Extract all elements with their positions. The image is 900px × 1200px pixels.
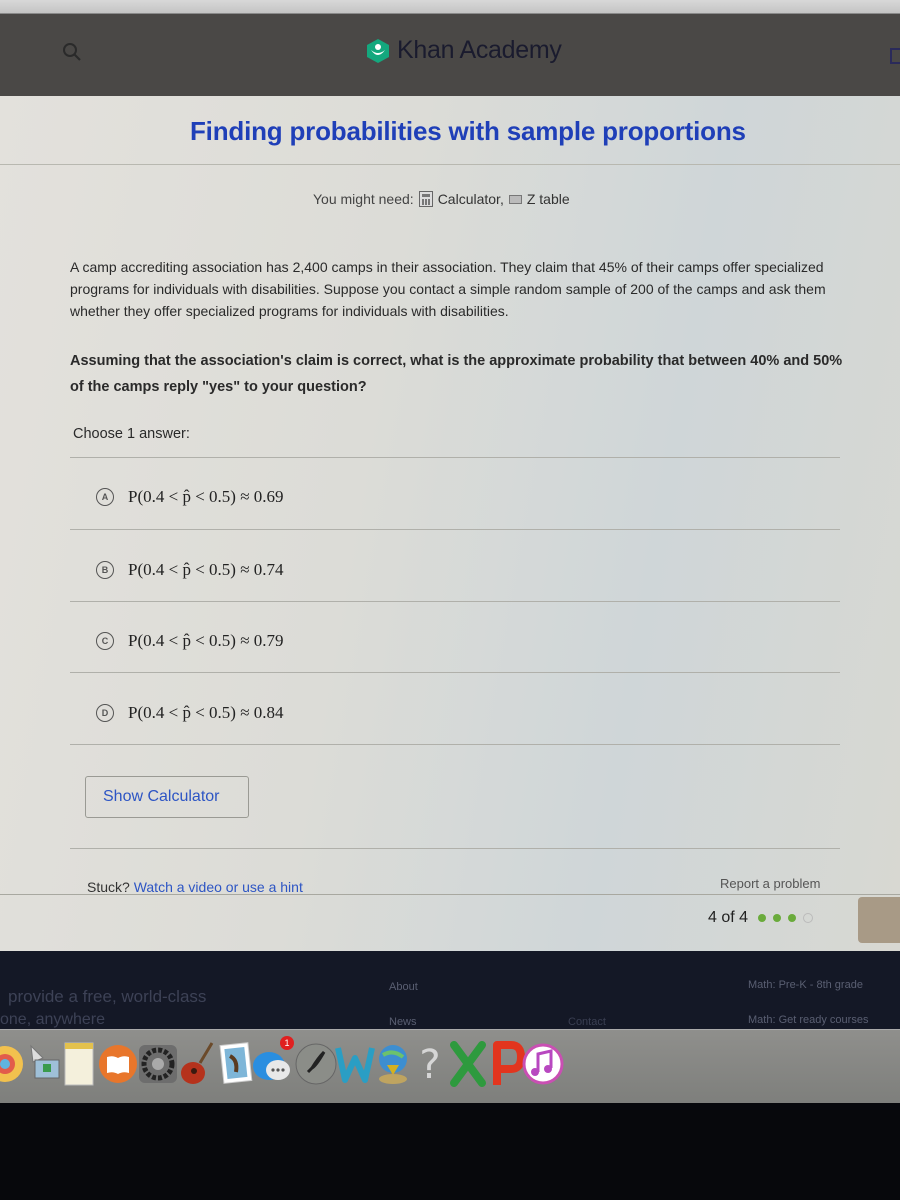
dock-itunes[interactable] [520, 1038, 566, 1090]
show-calculator-button[interactable]: Show Calculator [85, 776, 249, 818]
khan-academy-logo[interactable]: Khan Academy [365, 36, 562, 65]
choice-radio-c[interactable]: C [96, 632, 114, 650]
choose-label: Choose 1 answer: [73, 426, 190, 442]
divider [0, 164, 900, 165]
books-icon [99, 1045, 137, 1083]
notes-icon [64, 1042, 94, 1086]
choice-divider [70, 601, 840, 602]
might-need-label: You might need: [313, 191, 414, 207]
answer-choice-a[interactable]: A P(0.4 < p̂ < 0.5) ≈ 0.69 [96, 487, 284, 507]
browser-tab-strip [0, 0, 900, 14]
guitar-icon [181, 1042, 214, 1084]
dock-messages[interactable]: 1 [250, 1036, 296, 1090]
choice-text: P(0.4 < p̂ < 0.5) ≈ 0.84 [128, 703, 284, 722]
footer-link-contact[interactable]: Contact [568, 1016, 606, 1028]
answer-choice-b[interactable]: B P(0.4 < p̂ < 0.5) ≈ 0.74 [96, 560, 284, 580]
exercise-title: Finding probabilities with sample propor… [190, 116, 746, 146]
header-menu-edge[interactable] [890, 48, 900, 64]
site-footer: provide a free, world-class one, anywher… [0, 951, 900, 1029]
hint-link[interactable]: Watch a video or use a hint [134, 879, 303, 895]
svg-text:?: ? [419, 1042, 440, 1086]
calculator-link[interactable]: Calculator, [438, 191, 504, 207]
progress-dot-pending [803, 913, 814, 923]
tools-needed: You might need: Calculator, Z table [313, 191, 570, 207]
search-icon[interactable] [62, 42, 82, 62]
macos-dock: 1 ? [0, 1029, 900, 1103]
check-answer-button[interactable] [858, 897, 900, 943]
choice-text: P(0.4 < p̂ < 0.5) ≈ 0.69 [128, 487, 284, 506]
mission-text-2: one, anywhere [0, 1011, 105, 1028]
mail-stamp-icon [219, 1042, 253, 1084]
problem-text: A camp accrediting association has 2,400… [70, 259, 826, 319]
divider [70, 848, 840, 849]
monitor-bezel [0, 1103, 900, 1200]
khan-leaf-icon [367, 38, 389, 63]
choice-radio-d[interactable]: D [96, 704, 114, 722]
footer-divider [0, 894, 900, 895]
word-icon [335, 1047, 375, 1083]
question-icon: ? [419, 1042, 440, 1086]
choice-divider [70, 744, 840, 745]
site-header: Khan Academy [0, 14, 900, 96]
choice-divider [70, 457, 840, 458]
answer-choice-c[interactable]: C P(0.4 < p̂ < 0.5) ≈ 0.79 [96, 631, 284, 651]
footer-link-about[interactable]: About [389, 981, 418, 993]
music-icon [522, 1043, 564, 1085]
progress-dot-complete [773, 914, 782, 922]
question-text: Assuming that the association's claim is… [70, 353, 843, 395]
choice-text: P(0.4 < p̂ < 0.5) ≈ 0.74 [128, 560, 284, 579]
excel-icon [450, 1041, 486, 1087]
brand-name: Khan Academy [397, 36, 562, 64]
report-problem-link[interactable]: Report a problem [720, 876, 820, 891]
progress-text: 4 of 4 [708, 909, 749, 926]
stuck-label: Stuck? [87, 879, 130, 895]
progress-dot-complete [758, 914, 767, 922]
z-table-link[interactable]: Z table [527, 191, 570, 207]
progress-indicator: 4 of 4 [708, 909, 814, 927]
choice-radio-a[interactable]: A [96, 488, 114, 506]
answer-choice-d[interactable]: D P(0.4 < p̂ < 0.5) ≈ 0.84 [96, 703, 284, 723]
choice-text: P(0.4 < p̂ < 0.5) ≈ 0.79 [128, 631, 284, 650]
footer-link-news[interactable]: News [389, 1016, 417, 1028]
notification-badge: 1 [280, 1036, 294, 1050]
choice-divider [70, 529, 840, 530]
progress-dots [758, 913, 814, 923]
table-icon [508, 194, 522, 204]
choice-radio-b[interactable]: B [96, 561, 114, 579]
mission-text: provide a free, world-class [8, 987, 207, 1006]
stuck-prompt: Stuck? Watch a video or use a hint [87, 879, 303, 895]
calculator-icon [418, 191, 433, 207]
exercise-content: Finding probabilities with sample propor… [0, 96, 900, 951]
footer-link-math-ready[interactable]: Math: Get ready courses [748, 1014, 868, 1026]
choice-divider [70, 672, 840, 673]
footer-link-math-prek[interactable]: Math: Pre-K - 8th grade [748, 979, 863, 991]
progress-dot-complete [788, 914, 797, 922]
